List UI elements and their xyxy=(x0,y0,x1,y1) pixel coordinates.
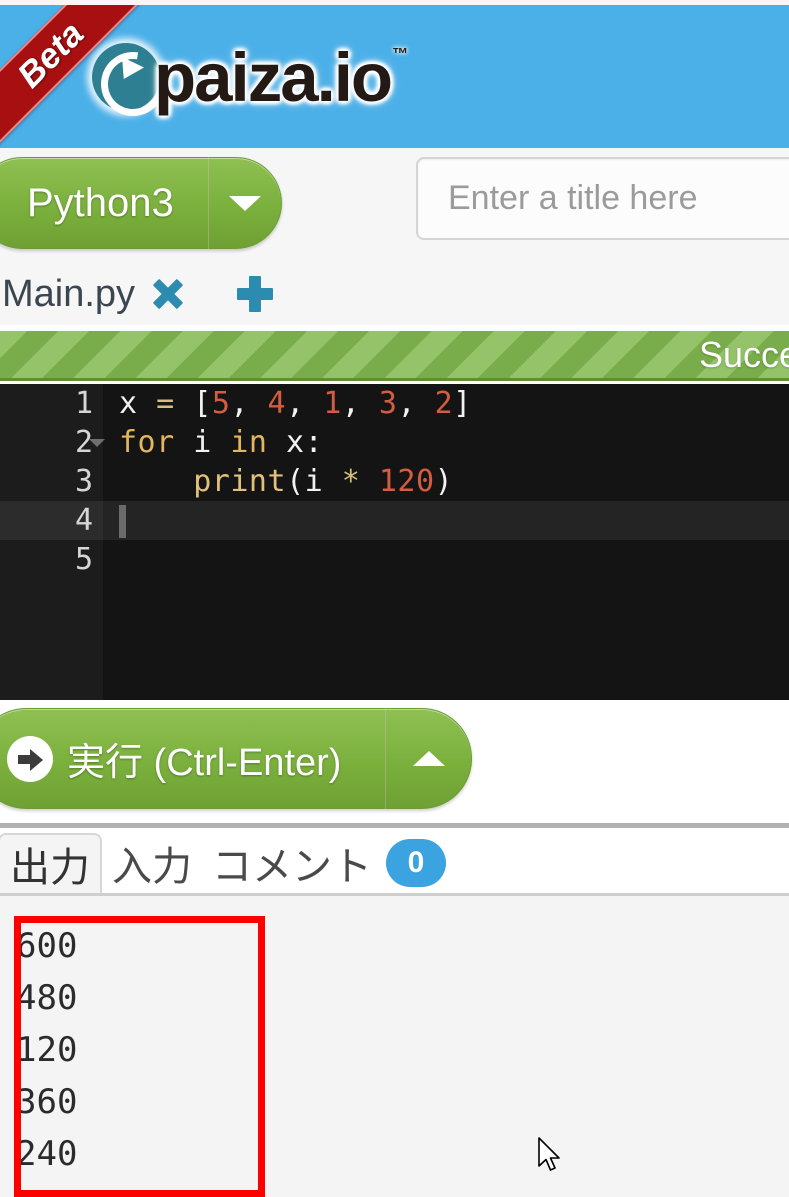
status-text: Success xyxy=(698,333,789,375)
editor-line-active[interactable]: 4 xyxy=(0,501,789,540)
comment-count-badge: 0 xyxy=(386,839,446,887)
tab-output-label: 出力 xyxy=(10,846,90,890)
editor-line-content xyxy=(103,503,789,538)
panel-tab-bar: 出力 入力 コメント 0 xyxy=(0,828,789,893)
site-logo[interactable]: paiza.io ™ xyxy=(92,31,408,123)
code-editor[interactable]: 1 x = [5, 4, 1, 3, 2] 2 for i in x: 3 pr… xyxy=(0,384,789,700)
tab-comment[interactable]: コメント 0 xyxy=(202,833,456,893)
trademark-icon: ™ xyxy=(392,45,408,63)
fold-toggle-icon[interactable] xyxy=(89,438,105,447)
code-token: 1 xyxy=(323,386,342,421)
output-text: 600 480 120 360 240 xyxy=(16,926,78,1174)
line-number: 3 xyxy=(74,464,93,499)
beta-ribbon-label: Beta xyxy=(10,14,92,96)
code-token: x xyxy=(119,386,157,421)
editor-line-content: for i in x: xyxy=(103,425,789,460)
code-token: 5 xyxy=(211,386,231,421)
language-dropdown-toggle[interactable] xyxy=(209,195,281,211)
tab-output[interactable]: 出力 xyxy=(0,833,102,893)
close-icon[interactable] xyxy=(151,277,185,311)
editor-toolbar: Python3 xyxy=(0,148,789,263)
text-caret xyxy=(119,505,126,538)
code-token: 4 xyxy=(267,386,287,421)
paiza-io-app: paiza.io ™ Beta Python3 Main.py Success xyxy=(0,0,789,1197)
line-number-cell: 1 xyxy=(0,384,103,423)
tab-input[interactable]: 入力 xyxy=(102,833,202,893)
run-button-zone: 実行 (Ctrl-Enter) xyxy=(0,700,789,823)
code-token: ) xyxy=(434,464,454,499)
language-select-button[interactable]: Python3 xyxy=(0,157,282,249)
tab-comment-label: コメント xyxy=(212,845,372,889)
code-token: i xyxy=(174,425,231,460)
editor-line-content: print(i * 120) xyxy=(103,464,789,499)
line-number-cell: 3 xyxy=(0,462,103,501)
line-number: 4 xyxy=(74,503,93,538)
line-number: 1 xyxy=(74,386,93,421)
file-tab-main-py[interactable]: Main.py xyxy=(2,273,135,316)
code-token: * xyxy=(341,464,361,499)
code-token: print xyxy=(193,464,287,499)
status-bar: Success xyxy=(0,331,789,381)
code-token: [ xyxy=(174,386,212,421)
code-token: , xyxy=(230,386,268,421)
title-input[interactable] xyxy=(416,157,789,240)
editor-line[interactable]: 2 for i in x: xyxy=(0,423,789,462)
paiza-circle-icon xyxy=(92,43,160,111)
code-token: for xyxy=(119,425,175,460)
code-token: x: xyxy=(267,425,324,460)
run-button-label: 実行 (Ctrl-Enter) xyxy=(67,742,342,784)
run-button-main[interactable]: 実行 (Ctrl-Enter) xyxy=(0,731,385,786)
line-number-cell: 4 xyxy=(0,501,103,540)
code-token: (i xyxy=(286,464,342,499)
line-number: 5 xyxy=(74,542,93,577)
logo-wordmark: paiza.io ™ xyxy=(154,43,408,112)
code-token: in xyxy=(230,425,268,460)
code-token: = xyxy=(156,386,175,421)
code-token: , xyxy=(286,386,324,421)
editor-line[interactable]: 1 x = [5, 4, 1, 3, 2] xyxy=(0,384,789,423)
plus-icon[interactable] xyxy=(237,276,273,312)
code-token: 3 xyxy=(378,386,398,421)
play-arrow-icon xyxy=(7,735,53,782)
chevron-up-icon xyxy=(412,751,445,766)
bottom-panel: 出力 入力 コメント 0 600 480 120 360 240 xyxy=(0,823,789,1197)
editor-line-content: x = [5, 4, 1, 3, 2] xyxy=(103,386,789,421)
language-select-label: Python3 xyxy=(27,180,174,225)
logo-text-label: paiza.io xyxy=(154,38,393,116)
line-number-cell: 5 xyxy=(0,540,103,579)
code-token: ] xyxy=(453,386,472,421)
output-area[interactable]: 600 480 120 360 240 xyxy=(0,893,789,1197)
editor-line[interactable]: 5 xyxy=(0,540,789,579)
run-options-toggle[interactable] xyxy=(386,751,471,766)
line-number-cell: 2 xyxy=(0,423,105,462)
file-tab-bar: Main.py xyxy=(0,263,789,325)
code-token: , xyxy=(341,386,379,421)
tab-input-label: 入力 xyxy=(112,845,192,889)
code-token: , xyxy=(397,386,435,421)
run-button[interactable]: 実行 (Ctrl-Enter) xyxy=(0,708,472,809)
code-token: 2 xyxy=(434,386,454,421)
chevron-down-icon xyxy=(229,195,261,211)
code-token: 120 xyxy=(378,464,435,499)
site-header: paiza.io ™ Beta xyxy=(0,5,789,148)
editor-line[interactable]: 3 print(i * 120) xyxy=(0,462,789,501)
